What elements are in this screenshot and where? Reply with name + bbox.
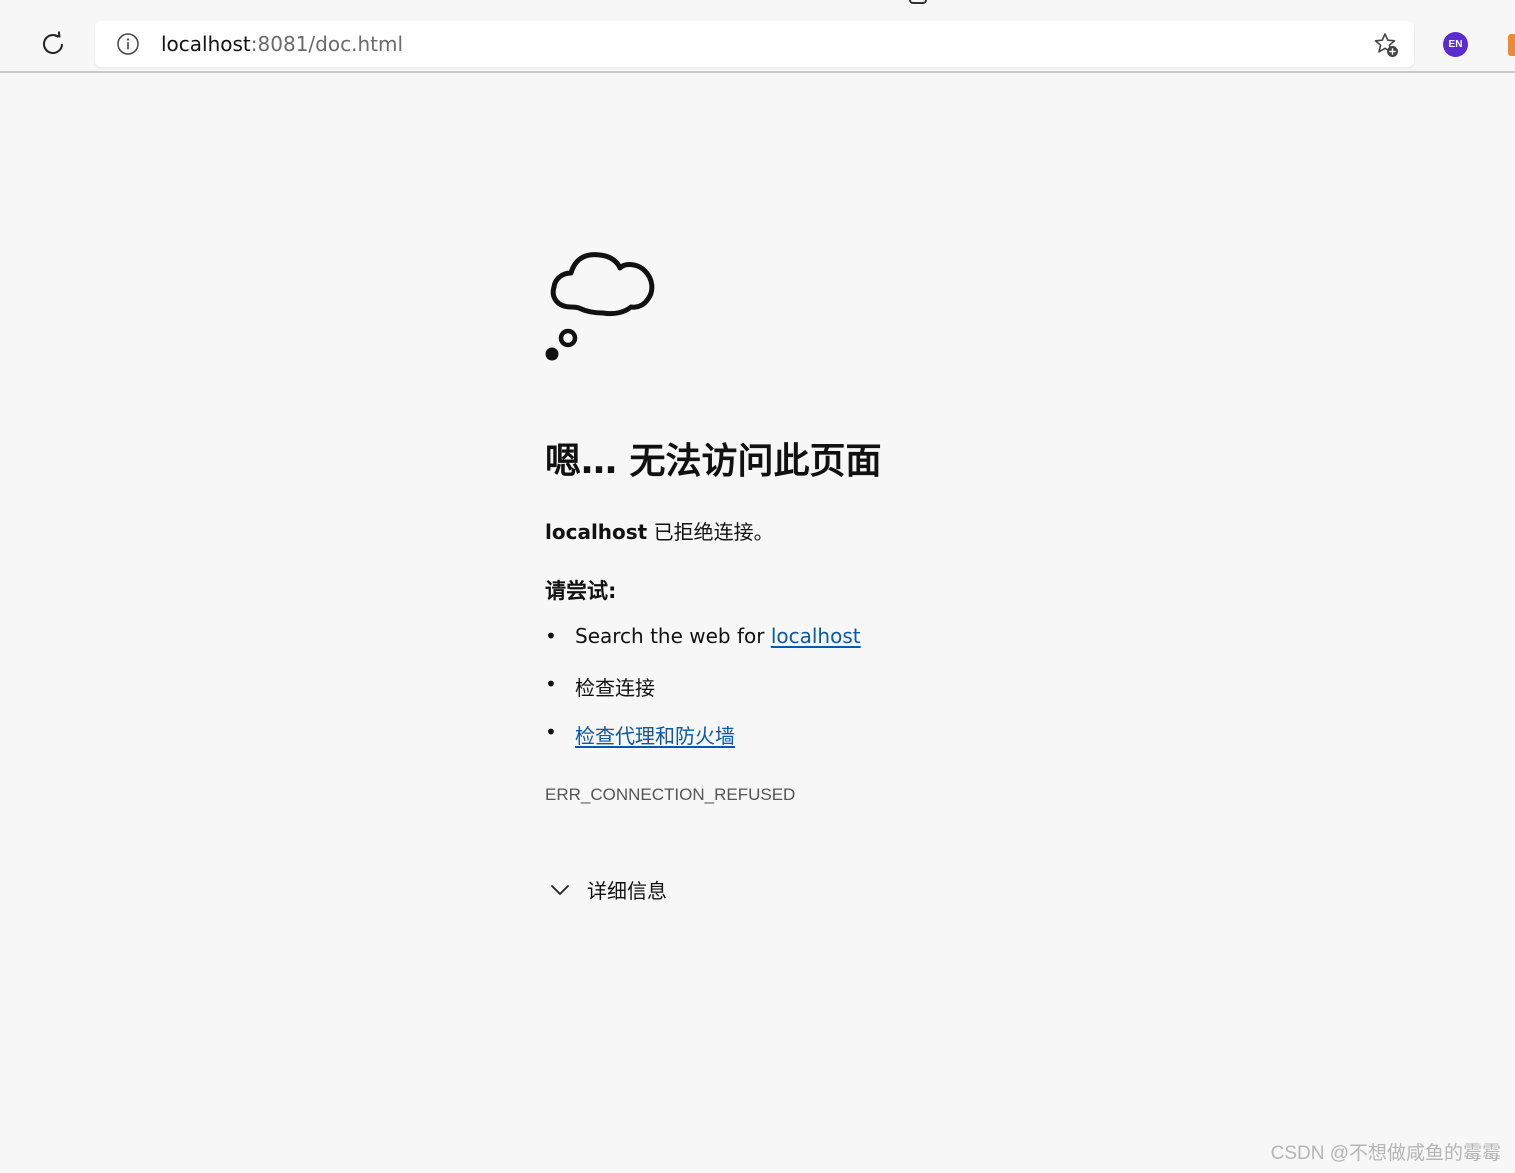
bullet: • xyxy=(545,720,557,744)
url-path: :8081/doc.html xyxy=(250,32,403,56)
url-host: localhost xyxy=(161,32,251,56)
address-bar[interactable]: localhost:8081/doc.html xyxy=(95,21,1414,67)
info-icon[interactable] xyxy=(117,33,139,55)
check-connection-text: 检查连接 xyxy=(575,676,655,700)
connection-refused-text: localhost 已拒绝连接。 xyxy=(545,516,774,545)
bullet: • xyxy=(545,672,557,696)
chevron-down-icon xyxy=(551,884,569,895)
list-item: • 检查代理和防火墙 xyxy=(545,720,861,768)
refused-host: localhost xyxy=(545,520,648,544)
url-text[interactable]: localhost:8081/doc.html xyxy=(161,32,403,56)
error-headline: 嗯… 无法访问此页面 xyxy=(545,441,882,482)
list-item: • 检查连接 xyxy=(545,672,861,720)
favorite-add-icon[interactable] xyxy=(1372,31,1400,59)
bullet: • xyxy=(545,624,557,648)
refresh-button[interactable] xyxy=(30,24,76,64)
error-code: ERR_CONNECTION_REFUSED xyxy=(545,785,796,804)
details-label: 详细信息 xyxy=(587,879,667,903)
profile-badge[interactable]: EN xyxy=(1443,32,1468,57)
extension-icon[interactable] xyxy=(1508,34,1515,56)
search-localhost-link[interactable]: localhost xyxy=(771,624,861,648)
refresh-icon xyxy=(43,31,63,55)
browser-toolbar: localhost:8081/doc.html EN xyxy=(0,0,1515,73)
list-item: • Search the web for localhost xyxy=(545,624,861,672)
thought-cloud-icon xyxy=(545,252,655,361)
check-proxy-firewall-link[interactable]: 检查代理和防火墙 xyxy=(575,724,735,748)
try-title: 请尝试: xyxy=(545,579,617,603)
watermark: CSDN @不想做咸鱼的霉霉 xyxy=(1270,1143,1501,1164)
tab-strip-edge xyxy=(909,0,927,4)
search-prefix: Search the web for xyxy=(575,624,771,648)
refused-message: 已拒绝连接。 xyxy=(647,520,774,544)
details-button[interactable]: 详细信息 xyxy=(549,875,667,904)
suggestion-list: • Search the web for localhost • 检查连接 • … xyxy=(545,624,861,768)
